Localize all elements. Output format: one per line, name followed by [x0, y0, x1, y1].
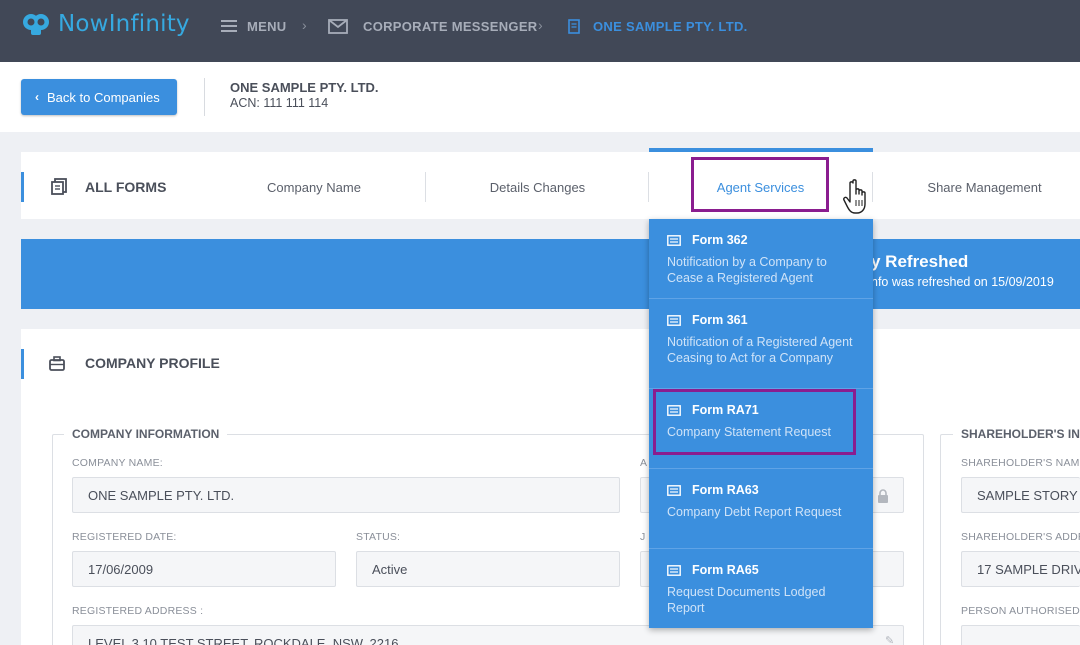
hamburger-icon	[221, 20, 237, 32]
dropdown-item-title: Form 362	[667, 233, 748, 247]
envelope-icon	[328, 18, 348, 34]
forms-stack-icon	[51, 178, 67, 195]
registered-date-label: REGISTERED DATE:	[72, 531, 177, 543]
all-forms-label: ALL FORMS	[85, 178, 167, 195]
tab-share-management[interactable]: Share Management	[873, 172, 1080, 202]
lock-icon	[878, 489, 888, 503]
back-button-label: Back to Companies	[47, 89, 160, 105]
menu-label: MENU	[247, 18, 287, 34]
form-description: Company Debt Report Request	[667, 505, 842, 519]
company-information-legend: COMPANY INFORMATION	[64, 427, 228, 441]
form-number: Form 361	[692, 313, 748, 327]
acn-label: A	[640, 457, 648, 469]
refresh-banner: y Refreshed nfo was refreshed on 15/09/2…	[21, 239, 1080, 309]
breadcrumb-company[interactable]: ONE SAMPLE PTY. LTD.	[568, 17, 748, 35]
form-description: Notification by a Company to Cease a Reg…	[667, 255, 827, 285]
divider	[204, 78, 205, 116]
form-number: Form 362	[692, 233, 748, 247]
section-accent	[21, 172, 24, 202]
form-number: Form RA65	[692, 563, 759, 577]
company-profile-card: COMPANY PROFILE COMPANY INFORMATION COMP…	[21, 329, 1080, 645]
registered-address-label: REGISTERED ADDRESS :	[72, 605, 204, 617]
agent-services-highlight-box	[691, 157, 829, 212]
tab-details-changes[interactable]: Details Changes	[426, 172, 649, 202]
form-icon	[667, 234, 681, 246]
dropdown-item-form-ra63[interactable]: Form RA63 Company Debt Report Request	[649, 469, 873, 549]
jurisdiction-label: J	[640, 531, 646, 543]
briefcase-icon	[49, 355, 65, 371]
company-name-field[interactable]: ONE SAMPLE PTY. LTD.	[72, 477, 620, 513]
shareholder-info-legend: SHAREHOLDER'S INFO	[953, 427, 1080, 441]
edit-icon[interactable]: ✎	[885, 634, 894, 645]
shareholder-name-field[interactable]: SAMPLE STORY PT	[961, 477, 1080, 513]
form-icon	[667, 314, 681, 326]
shareholder-address-label: SHAREHOLDER'S ADDRE	[961, 531, 1080, 543]
company-name-label: COMPANY NAME:	[72, 457, 163, 469]
form-number: Form RA63	[692, 483, 759, 497]
chevron-left-icon: ‹	[35, 90, 39, 104]
tab-divider	[648, 172, 649, 202]
breadcrumb-corporate-messenger[interactable]: CORPORATE MESSENGER	[328, 17, 537, 35]
active-tab-indicator	[649, 148, 873, 152]
dropdown-item-form-362[interactable]: Form 362 Notification by a Company to Ce…	[649, 219, 873, 299]
company-header: ‹ Back to Companies ONE SAMPLE PTY. LTD.…	[0, 62, 1080, 132]
dropdown-item-form-ra65[interactable]: Form RA65 Request Documents Lodged Repor…	[649, 549, 873, 628]
status-label: STATUS:	[356, 531, 401, 543]
company-profile-label: COMPANY PROFILE	[85, 355, 220, 371]
form-description: Notification of a Registered Agent Ceasi…	[667, 335, 853, 365]
form-ra71-highlight-box	[653, 389, 856, 455]
breadcrumb-label: CORPORATE MESSENGER	[363, 18, 538, 34]
company-name: ONE SAMPLE PTY. LTD.	[230, 80, 379, 95]
dropdown-item-title: Form RA63	[667, 483, 759, 497]
all-forms-heading: ALL FORMS	[51, 178, 166, 195]
company-acn: ACN: 111 111 114	[230, 96, 329, 110]
menu-button[interactable]: MENU	[221, 17, 286, 35]
back-to-companies-button[interactable]: ‹ Back to Companies	[21, 79, 177, 115]
dropdown-item-title: Form RA65	[667, 563, 759, 577]
document-icon	[568, 18, 580, 34]
logo-text: NowInfinity	[58, 11, 190, 37]
shareholder-address-field[interactable]: 17 SAMPLE DRIVE	[961, 551, 1080, 587]
company-profile-heading: COMPANY PROFILE	[49, 355, 220, 371]
person-authorised-label: PERSON AUTHORISED T	[961, 605, 1080, 617]
dropdown-item-form-361[interactable]: Form 361 Notification of a Registered Ag…	[649, 299, 873, 389]
section-accent	[21, 349, 24, 379]
banner-title: y Refreshed	[871, 252, 969, 271]
hand-cursor-icon	[843, 179, 866, 214]
form-icon	[667, 484, 681, 496]
breadcrumb-separator: ›	[538, 17, 543, 33]
person-authorised-field[interactable]	[961, 625, 1080, 645]
registered-address-field[interactable]: LEVEL 3 10 TEST STREET, ROCKDALE, NSW, 2…	[72, 625, 904, 645]
shareholder-name-label: SHAREHOLDER'S NAME:	[961, 457, 1080, 469]
logo-icon	[23, 14, 49, 35]
app-logo[interactable]: NowInfinity	[22, 11, 190, 37]
top-nav-bar: NowInfinity MENU › CORPORATE MESSENGER ›…	[0, 0, 1080, 62]
form-icon	[667, 564, 681, 576]
dropdown-item-title: Form 361	[667, 313, 748, 327]
tab-company-name[interactable]: Company Name	[202, 172, 426, 202]
forms-tab-bar: ALL FORMS Company Name Details Changes A…	[21, 148, 1080, 219]
breadcrumb-separator: ›	[302, 17, 307, 33]
breadcrumb-label: ONE SAMPLE PTY. LTD.	[593, 18, 748, 34]
registered-date-field[interactable]: 17/06/2009	[72, 551, 336, 587]
form-description: Request Documents Lodged Report	[667, 585, 826, 615]
status-field[interactable]: Active	[356, 551, 620, 587]
banner-subtitle: nfo was refreshed on 15/09/2019	[871, 275, 1054, 289]
